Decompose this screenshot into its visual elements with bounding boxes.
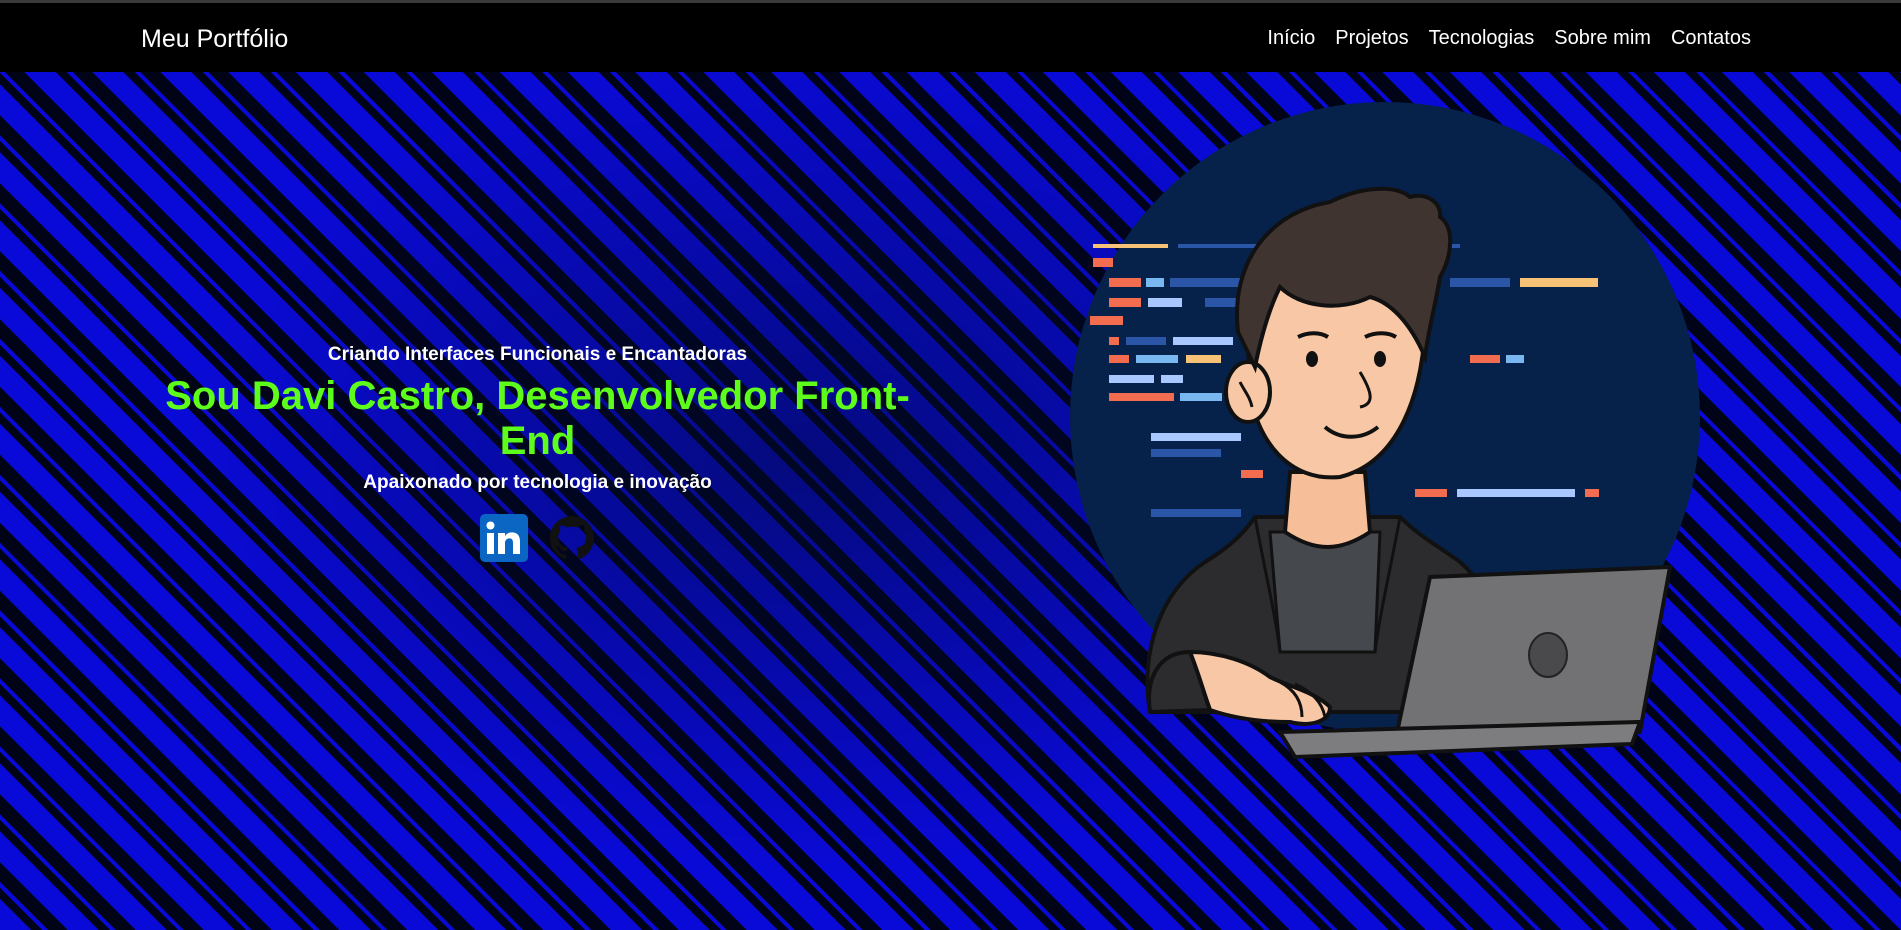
- hero-headline: Sou Davi Castro, Desenvolvedor Front-End: [165, 374, 910, 463]
- hero-text-block: Criando Interfaces Funcionais e Encantad…: [140, 344, 935, 562]
- github-link[interactable]: [548, 514, 596, 562]
- nav-links: Início Projetos Tecnologias Sobre mim Co…: [1267, 27, 1751, 50]
- linkedin-icon: [479, 514, 528, 562]
- linkedin-link[interactable]: [479, 514, 528, 562]
- hero-tagline: Criando Interfaces Funcionais e Encantad…: [327, 344, 748, 365]
- github-icon: [549, 516, 594, 560]
- hero-subtitle: Apaixonado por tecnologia e inovação: [363, 472, 712, 493]
- nav-link-projetos[interactable]: Projetos: [1335, 27, 1408, 50]
- hero-section: Criando Interfaces Funcionais e Encantad…: [0, 72, 1901, 930]
- nav-link-inicio[interactable]: Início: [1267, 27, 1315, 50]
- nav-link-tecnologias[interactable]: Tecnologias: [1429, 27, 1535, 50]
- social-links: [140, 514, 935, 562]
- navbar: Meu Portfólio Início Projetos Tecnologia…: [0, 3, 1901, 72]
- nav-link-contatos[interactable]: Contatos: [1671, 27, 1751, 50]
- nav-link-sobre-mim[interactable]: Sobre mim: [1554, 27, 1651, 50]
- brand-link[interactable]: Meu Portfólio: [141, 25, 288, 54]
- developer-illustration: [1070, 102, 1700, 760]
